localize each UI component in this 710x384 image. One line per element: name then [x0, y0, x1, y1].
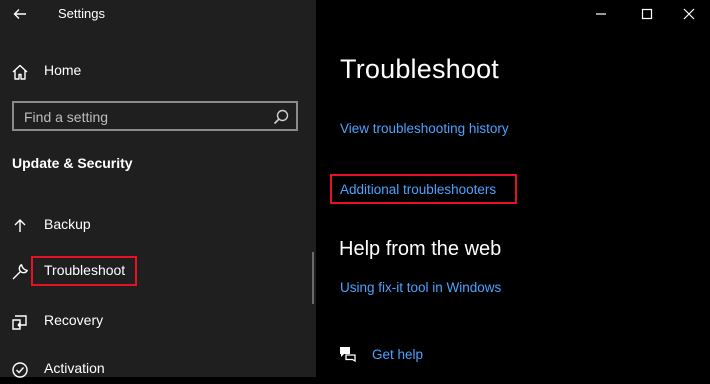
maximize-button[interactable]: [624, 0, 670, 28]
sidebar-item-label: Backup: [44, 216, 91, 232]
sidebar-item-activation[interactable]: Activation: [0, 354, 316, 384]
sidebar-item-label: Activation: [44, 360, 105, 376]
get-help-link[interactable]: Get help: [372, 347, 423, 362]
sidebar: Settings Home Find a setting Update & Se…: [0, 0, 316, 378]
wrench-icon: [12, 264, 28, 280]
app-title: Settings: [58, 6, 105, 21]
page-title: Troubleshoot: [340, 54, 499, 84]
maximize-icon: [641, 8, 653, 20]
search-placeholder: Find a setting: [24, 109, 109, 125]
minimize-icon: [596, 13, 606, 15]
home-icon: [12, 64, 28, 80]
recovery-icon: [12, 315, 27, 330]
section-title: Update & Security: [12, 155, 133, 171]
search-icon: [273, 109, 289, 125]
main-content: Troubleshoot View troubleshooting histor…: [316, 0, 710, 377]
sidebar-item-label: Recovery: [44, 312, 104, 328]
activation-icon: [12, 362, 28, 378]
close-button[interactable]: [666, 0, 710, 28]
additional-troubleshooters-highlight-box: [330, 174, 517, 204]
backup-icon: [14, 219, 26, 232]
close-icon: [683, 8, 695, 20]
help-section-title: Help from the web: [339, 238, 502, 260]
back-button[interactable]: [8, 2, 32, 26]
nav-home[interactable]: Home: [0, 56, 316, 86]
nav-home-label: Home: [44, 62, 82, 78]
fixit-tool-link[interactable]: Using fix-it tool in Windows: [340, 280, 501, 295]
back-arrow-icon: [13, 9, 26, 19]
sidebar-item-backup[interactable]: Backup: [0, 210, 316, 240]
sidebar-scrollbar[interactable]: [312, 252, 314, 304]
minimize-button[interactable]: [578, 0, 624, 28]
troubleshoot-highlight-box: [31, 256, 137, 286]
view-history-link[interactable]: View troubleshooting history: [340, 121, 509, 136]
search-input[interactable]: Find a setting: [12, 101, 298, 131]
chat-help-icon: [340, 347, 356, 363]
sidebar-item-recovery[interactable]: Recovery: [0, 306, 316, 336]
